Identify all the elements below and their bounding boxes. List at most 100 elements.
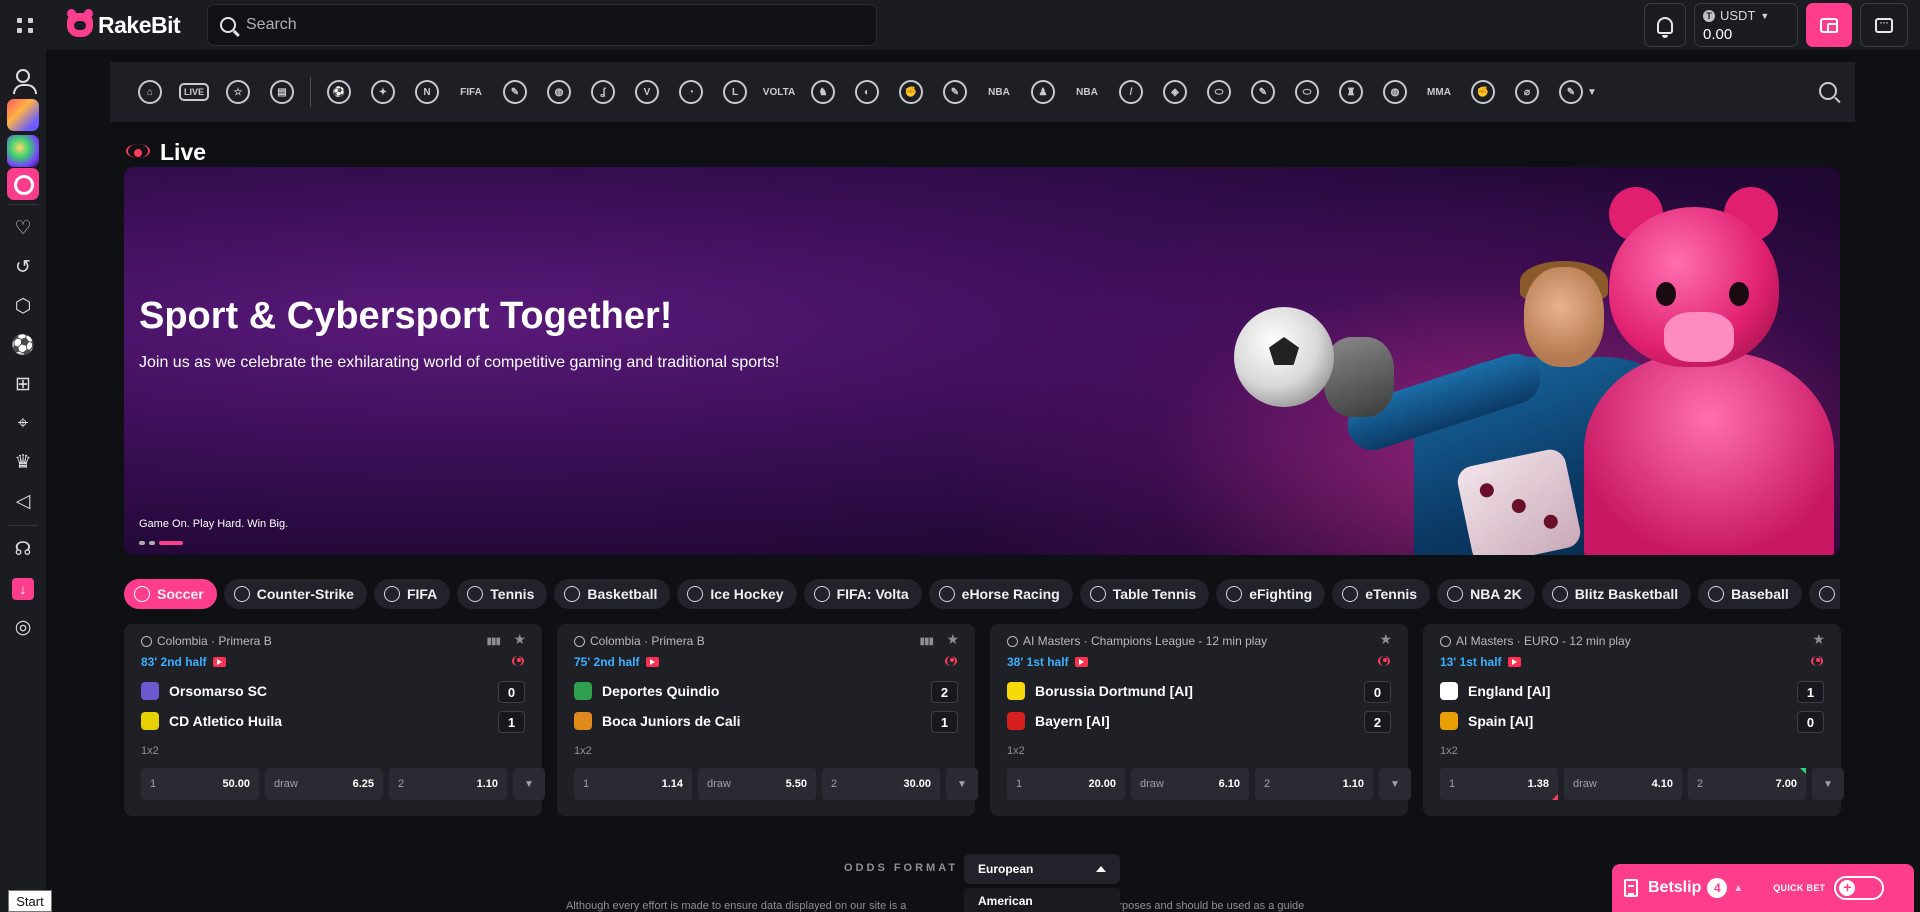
sport-bar-item-american-football[interactable]: ⬭ <box>1285 62 1329 122</box>
sidebar-item-recent[interactable]: ↺ <box>0 248 46 287</box>
sport-bar-item-nba2k[interactable]: NBA <box>977 62 1021 122</box>
sidebar-item-sports[interactable]: ⚽ <box>0 326 46 365</box>
sidebar-item-news[interactable]: ◁ <box>0 482 46 521</box>
sport-bar-item-ticket[interactable]: ◈ <box>1153 62 1197 122</box>
tab-table-tennis[interactable]: Table Tennis <box>1079 579 1210 609</box>
odds-button-1[interactable]: 1 1.38 <box>1440 768 1558 800</box>
favorite-star-icon[interactable]: ★ <box>946 631 959 648</box>
match-card[interactable]: AI Masters · EURO - 12 min play ★ 13' 1s… <box>1423 624 1844 816</box>
tab-efighting[interactable]: eFighting <box>1216 579 1326 609</box>
league-label[interactable]: Colombia · Primera B <box>141 634 272 648</box>
sport-bar-item-efighting[interactable]: ✊ <box>889 62 933 122</box>
sidebar-item-offers[interactable]: ⌖ <box>0 404 46 443</box>
sport-bar-item-etennis[interactable]: ✎ <box>933 62 977 122</box>
balance-selector[interactable]: T USDT ▼ 0.00 <box>1694 3 1798 47</box>
currency-selector[interactable]: T USDT ▼ <box>1703 8 1789 23</box>
sport-bar-item-chess[interactable]: ♟ <box>1021 62 1065 122</box>
favorite-star-icon[interactable]: ★ <box>1379 631 1392 648</box>
odds-button-2[interactable]: 2 1.10 <box>389 768 507 800</box>
sport-bar-item-ehorse-racing[interactable]: ♞ <box>801 62 845 122</box>
sport-bar-item-rugby[interactable]: ⬭ <box>1197 62 1241 122</box>
sport-bar-item-fifa[interactable]: FIFA <box>449 62 493 122</box>
promo-banner[interactable]: Sport & Cybersport Together! Join us as … <box>124 167 1840 555</box>
tab-ice-hockey[interactable]: Ice Hockey <box>677 579 797 609</box>
odds-button-2[interactable]: 2 1.10 <box>1255 768 1373 800</box>
tab-blitz-basketball[interactable]: Blitz Basketball <box>1541 579 1692 609</box>
sport-bar-item-ice-hockey[interactable]: ʆ <box>581 62 625 122</box>
wallet-button[interactable] <box>1806 3 1852 47</box>
league-label[interactable]: Colombia · Primera B <box>574 634 705 648</box>
sport-bar-item-tennis[interactable]: ✎ <box>493 62 537 122</box>
live-stream-icon[interactable] <box>645 657 659 667</box>
menu-grid-button[interactable] <box>0 0 50 50</box>
tab-basketball[interactable]: Basketball <box>554 579 671 609</box>
odds-button-1[interactable]: 1 50.00 <box>141 768 259 800</box>
tab-etennis[interactable]: eTennis <box>1332 579 1431 609</box>
carousel-dots[interactable] <box>139 541 183 545</box>
sport-bar-item-favorites[interactable]: ☆ <box>216 62 260 122</box>
match-card[interactable]: AI Masters · Champions League - 12 min p… <box>990 624 1411 816</box>
odds-button-draw[interactable]: draw 6.25 <box>265 768 383 800</box>
sidebar-item-promotions[interactable]: ⊞ <box>0 365 46 404</box>
sport-bar-item-valorant[interactable]: V <box>625 62 669 122</box>
sidebar-item-profile[interactable] <box>0 56 46 95</box>
sport-bar-item-basketball[interactable]: ◍ <box>537 62 581 122</box>
sidebar-item-casino[interactable]: ⬡ <box>0 287 46 326</box>
more-markets-button[interactable]: ▼ <box>1379 768 1411 800</box>
search-input[interactable] <box>246 16 846 34</box>
odds-button-draw[interactable]: draw 6.10 <box>1131 768 1249 800</box>
sport-bar-item-blitz-basketball[interactable]: NBA <box>1065 62 1109 122</box>
chat-button[interactable] <box>1860 3 1908 47</box>
sport-bar-item-counter-strike[interactable]: ✦ <box>361 62 405 122</box>
carousel-dot-active[interactable] <box>159 541 183 545</box>
more-markets-button[interactable]: ▼ <box>1812 768 1844 800</box>
sport-bar-item-esports[interactable]: N <box>405 62 449 122</box>
sport-bar-item-betslip-history[interactable]: ▤ <box>260 62 304 122</box>
league-label[interactable]: AI Masters · EURO - 12 min play <box>1440 634 1631 648</box>
sport-bar-item-darts[interactable]: ⌀ <box>1505 62 1549 122</box>
logo[interactable]: RakeBit <box>67 9 195 39</box>
tab-fifa-volta[interactable]: FIFA: Volta <box>803 579 922 609</box>
tab-fifa[interactable]: FIFA <box>373 579 451 609</box>
sport-bar-item-fifa-volta[interactable]: VOLTA <box>757 62 801 122</box>
sport-bar-item-baseball-bat[interactable]: / <box>1109 62 1153 122</box>
tab-nba-2k[interactable]: NBA 2K <box>1437 579 1535 609</box>
live-stream-icon[interactable] <box>212 657 226 667</box>
favorite-star-icon[interactable]: ★ <box>1812 631 1825 648</box>
carousel-dot[interactable] <box>149 541 155 545</box>
favorite-star-icon[interactable]: ★ <box>513 631 526 648</box>
sidebar-item-game-3[interactable] <box>0 167 46 200</box>
sidebar-item-game-1[interactable] <box>0 95 46 134</box>
sport-bar-item-volleyball[interactable]: ◔ <box>669 62 713 122</box>
odds-format-select[interactable]: European <box>964 854 1120 884</box>
sport-bar-item-evolleyball[interactable]: ◍ <box>1373 62 1417 122</box>
notifications-button[interactable] <box>1644 3 1686 47</box>
quick-bet-toggle[interactable] <box>1834 876 1885 900</box>
sport-bar-item-ebaseball[interactable]: ♜ <box>1329 62 1373 122</box>
more-markets-button[interactable]: ▼ <box>946 768 978 800</box>
odds-button-1[interactable]: 1 1.14 <box>574 768 692 800</box>
odds-button-draw[interactable]: draw 5.50 <box>698 768 816 800</box>
sidebar-item-favorites[interactable]: ♡ <box>0 209 46 248</box>
odds-button-1[interactable]: 1 20.00 <box>1007 768 1125 800</box>
league-label[interactable]: AI Masters · Champions League - 12 min p… <box>1007 634 1267 648</box>
stats-icon[interactable]: ▮▮▮ <box>486 636 500 647</box>
carousel-dot[interactable] <box>139 541 145 545</box>
tab-ehorse-racing[interactable]: eHorse Racing <box>928 579 1073 609</box>
stats-icon[interactable]: ▮▮▮ <box>919 636 933 647</box>
tab-counter-strike[interactable]: Counter-Strike <box>223 579 367 609</box>
tab-tennis[interactable]: Tennis <box>457 579 548 609</box>
sidebar-item-game-2[interactable] <box>0 134 46 167</box>
betslip-bar[interactable]: Betslip 4 ▲ QUICK BET <box>1612 864 1914 912</box>
search-icon[interactable] <box>1819 82 1837 100</box>
search-box[interactable] <box>207 4 877 46</box>
odds-button-2[interactable]: 2 30.00 <box>822 768 940 800</box>
sport-bar-item-league-of-legends[interactable]: L <box>713 62 757 122</box>
sport-bar-item-table-tennis[interactable]: ◐ <box>845 62 889 122</box>
more-markets-button[interactable]: ▼ <box>513 768 545 800</box>
match-card[interactable]: Colombia · Primera B ▮▮▮ ★ 83' 2nd half … <box>124 624 545 816</box>
chevron-down-icon[interactable]: ▼ <box>1587 87 1597 98</box>
odds-button-2[interactable]: 2 7.00 <box>1688 768 1806 800</box>
sport-bar-item-live[interactable]: LIVE <box>172 62 216 122</box>
sidebar-item-download[interactable]: ↓ <box>0 569 46 608</box>
